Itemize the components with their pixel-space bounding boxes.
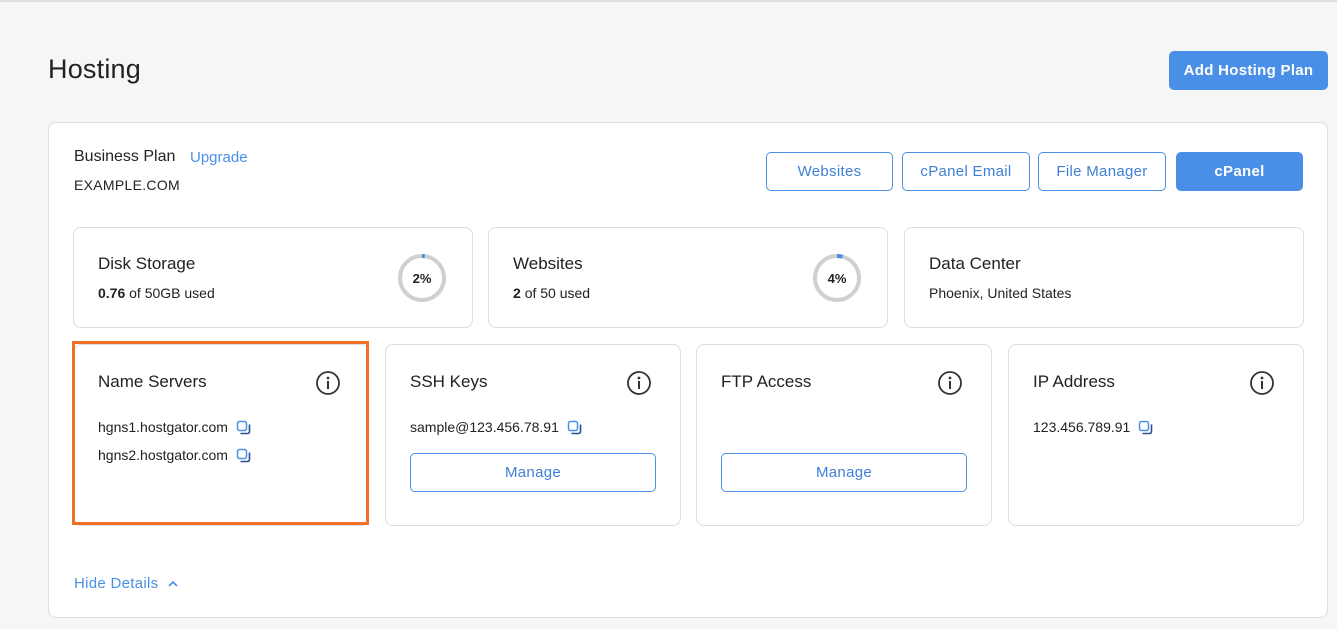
ssh-key-entry: sample@123.456.78.91 (410, 419, 582, 435)
data-center-title: Data Center (929, 254, 1021, 273)
ssh-keys-title: SSH Keys (410, 372, 488, 391)
disk-used-value: 0.76 (98, 285, 126, 301)
websites-button[interactable]: Websites (766, 152, 893, 191)
ip-address-title: IP Address (1033, 372, 1115, 391)
ftp-access-manage-button[interactable]: Manage (721, 453, 967, 492)
data-center-location: Phoenix, United States (929, 285, 1072, 301)
name-servers-tile: Name Servers hgns1.hostgator.com hgns2.h… (73, 344, 369, 526)
ssh-keys-tile: SSH Keys sample@123.456.78.91 Manage (385, 344, 681, 526)
cpanel-button[interactable]: cPanel (1176, 152, 1303, 191)
disk-usage-gauge: 2% (398, 254, 446, 302)
plan-domain: EXAMPLE.COM (74, 177, 180, 193)
name-servers-title: Name Servers (98, 372, 207, 391)
websites-tile: Websites 2 of 50 used 4% (488, 227, 888, 328)
copy-icon[interactable] (567, 420, 582, 435)
websites-used-suffix: of 50 used (524, 285, 591, 301)
disk-usage-percent: 2% (413, 271, 432, 286)
ip-address-entry: 123.456.789.91 (1033, 419, 1153, 435)
disk-storage-tile: Disk Storage 0.76 of 50GB used 2% (73, 227, 473, 328)
copy-icon[interactable] (236, 448, 251, 463)
ip-address-info-icon[interactable] (1249, 370, 1275, 396)
ftp-access-info-icon[interactable] (937, 370, 963, 396)
ssh-key-text: sample@123.456.78.91 (410, 419, 559, 435)
file-manager-button[interactable]: File Manager (1038, 152, 1166, 191)
websites-usage-percent: 4% (828, 271, 847, 286)
add-hosting-plan-button[interactable]: Add Hosting Plan (1169, 51, 1328, 90)
data-center-tile: Data Center Phoenix, United States (904, 227, 1304, 328)
name-server-2: hgns2.hostgator.com (98, 447, 251, 463)
hosting-plan-card: Business Plan Upgrade EXAMPLE.COM Websit… (48, 122, 1328, 618)
websites-usage: 2 of 50 used (513, 285, 590, 301)
hide-details-label: Hide Details (74, 575, 159, 592)
websites-usage-gauge: 4% (813, 254, 861, 302)
ssh-keys-info-icon[interactable] (626, 370, 652, 396)
copy-icon[interactable] (236, 420, 251, 435)
page-title: Hosting (48, 54, 141, 84)
plan-name: Business Plan (74, 148, 176, 165)
ip-address-text: 123.456.789.91 (1033, 419, 1131, 435)
upgrade-link[interactable]: Upgrade (190, 149, 248, 166)
websites-used-value: 2 (513, 285, 521, 301)
disk-storage-title: Disk Storage (98, 254, 196, 273)
name-server-2-text: hgns2.hostgator.com (98, 447, 228, 463)
ssh-keys-manage-button[interactable]: Manage (410, 453, 656, 492)
name-server-1: hgns1.hostgator.com (98, 419, 251, 435)
name-server-1-text: hgns1.hostgator.com (98, 419, 228, 435)
hide-details-toggle[interactable]: Hide Details (74, 575, 179, 592)
disk-used-suffix: of 50GB used (129, 285, 215, 301)
cpanel-email-button[interactable]: cPanel Email (902, 152, 1030, 191)
copy-icon[interactable] (1138, 420, 1153, 435)
ftp-access-title: FTP Access (721, 372, 812, 391)
name-servers-info-icon[interactable] (315, 370, 341, 396)
ftp-access-tile: FTP Access Manage (696, 344, 992, 526)
disk-storage-usage: 0.76 of 50GB used (98, 285, 215, 301)
chevron-up-icon (168, 580, 179, 587)
top-divider (0, 0, 1337, 2)
websites-title: Websites (513, 254, 583, 273)
ip-address-tile: IP Address 123.456.789.91 (1008, 344, 1304, 526)
